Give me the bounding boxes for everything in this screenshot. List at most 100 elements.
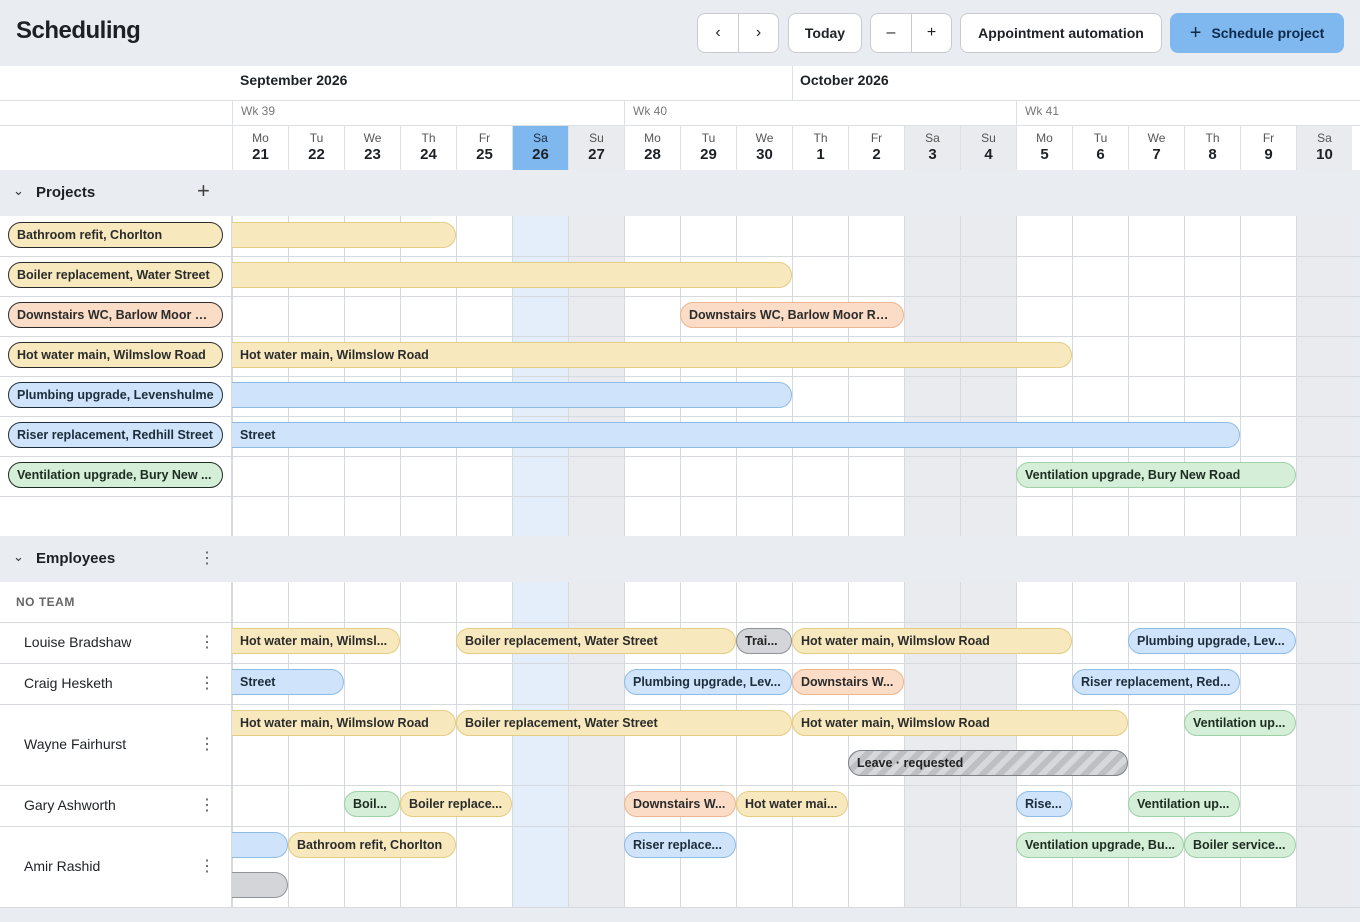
day-of-week: Tu	[1093, 131, 1108, 145]
schedule-bar[interactable]: Riser replace...	[624, 832, 736, 858]
schedule-bar[interactable]: Downstairs WC, Barlow Moor Road	[680, 302, 904, 328]
day-header[interactable]: We 23	[344, 126, 400, 170]
row-divider	[0, 456, 1360, 457]
schedule-bar[interactable]: Boiler replacement, Water Street	[456, 710, 792, 736]
schedule-bar[interactable]: Riser replacement, Red...	[1072, 669, 1240, 695]
more-options-icon[interactable]: ⋮	[199, 675, 215, 692]
schedule-bar[interactable]: Ventilation upgrade, Bu...	[1016, 832, 1184, 858]
schedule-bar[interactable]: Downstairs W...	[792, 669, 904, 695]
day-number: 10	[1316, 146, 1333, 163]
schedule-bar[interactable]	[232, 262, 792, 288]
schedule-bar[interactable]: Bathroom refit, Chorlton	[288, 832, 456, 858]
schedule-bar[interactable]: Ventilation up...	[1184, 710, 1296, 736]
zoom-in-button[interactable]: +	[911, 14, 951, 52]
project-label[interactable]: Plumbing upgrade, Levenshulme	[8, 382, 223, 408]
more-options-icon[interactable]: ⋮	[199, 797, 215, 814]
employee-name[interactable]: Louise Bradshaw	[24, 634, 131, 650]
day-of-week: Mo	[644, 131, 661, 145]
employee-name[interactable]: Wayne Fairhurst	[24, 736, 126, 752]
grid-cell-column[interactable]	[400, 582, 456, 907]
row-divider	[0, 663, 1360, 664]
day-of-week: Sa	[533, 131, 548, 145]
day-header[interactable]: Mo 28	[624, 126, 680, 170]
employee-name[interactable]: Gary Ashworth	[24, 797, 116, 813]
schedule-bar[interactable]: Hot water main, Wilmslow Road	[792, 628, 1072, 654]
schedule-bar[interactable]: Hot water main, Wilmslow Road	[792, 710, 1128, 736]
employee-name[interactable]: Craig Hesketh	[24, 675, 113, 691]
day-header[interactable]: Tu 6	[1072, 126, 1128, 170]
grid-cell-column[interactable]	[1072, 582, 1128, 907]
more-options-icon[interactable]: ⋮	[199, 551, 215, 567]
day-number: 28	[644, 146, 661, 163]
day-header[interactable]: Fr 25	[456, 126, 512, 170]
schedule-bar[interactable]: Ventilation up...	[1128, 791, 1240, 817]
employee-name[interactable]: Amir Rashid	[24, 858, 100, 874]
more-options-icon[interactable]: ⋮	[199, 736, 215, 753]
schedule-bar[interactable]	[232, 872, 288, 898]
project-label[interactable]: Riser replacement, Redhill Street	[8, 422, 223, 448]
day-header[interactable]: Su 4	[960, 126, 1016, 170]
project-label[interactable]: Bathroom refit, Chorlton	[8, 222, 223, 248]
day-header[interactable]: Fr 9	[1240, 126, 1296, 170]
schedule-bar[interactable]: Leave · requested	[848, 750, 1128, 776]
project-label[interactable]: Boiler replacement, Water Street	[8, 262, 223, 288]
project-label[interactable]: Downstairs WC, Barlow Moor R...	[8, 302, 223, 328]
day-header[interactable]: Th 24	[400, 126, 456, 170]
schedule-bar[interactable]	[232, 222, 456, 248]
day-header[interactable]: Mo 21	[232, 126, 288, 170]
next-button[interactable]: ›	[738, 14, 778, 52]
add-project-icon[interactable]: +	[197, 179, 210, 203]
day-header[interactable]: Sa 3	[904, 126, 960, 170]
more-options-icon[interactable]: ⋮	[199, 858, 215, 875]
schedule-bar[interactable]: Hot water mai...	[736, 791, 848, 817]
project-label[interactable]: Hot water main, Wilmslow Road	[8, 342, 223, 368]
schedule-bar[interactable]: Hot water main, Wilmslow Road	[232, 342, 1072, 368]
grid-cell-column[interactable]	[1296, 582, 1352, 907]
week-divider	[1016, 100, 1017, 125]
schedule-bar[interactable]: Plumbing upgrade, Lev...	[1128, 628, 1296, 654]
scheduler-grid: September 2026 October 2026 Wk 39 Wk 40 Wk 4…	[0, 66, 1360, 922]
chevron-down-icon[interactable]: ⌄	[13, 549, 24, 565]
schedule-bar[interactable]	[232, 832, 288, 858]
zoom-out-button[interactable]: –	[871, 14, 911, 52]
day-header[interactable]: Fr 2	[848, 126, 904, 170]
week-label: Wk 40	[633, 104, 668, 118]
day-header[interactable]: Th 8	[1184, 126, 1240, 170]
schedule-bar[interactable]: Boil...	[344, 791, 400, 817]
schedule-bar[interactable]: Hot water main, Wilmslow Road	[232, 710, 456, 736]
appointment-automation-button[interactable]: Appointment automation	[960, 13, 1162, 53]
schedule-bar[interactable]: Rise...	[1016, 791, 1072, 817]
day-header[interactable]: We 7	[1128, 126, 1184, 170]
day-header[interactable]: Mo 5	[1016, 126, 1072, 170]
schedule-bar[interactable]: Boiler replace...	[400, 791, 512, 817]
schedule-bar[interactable]: Hot water main, Wilmsl...	[232, 628, 400, 654]
schedule-bar[interactable]: Boiler service...	[1184, 832, 1296, 858]
day-number: 5	[1040, 146, 1049, 163]
day-of-week: Th	[421, 131, 436, 145]
day-header[interactable]: Tu 29	[680, 126, 736, 170]
day-header[interactable]: Tu 22	[288, 126, 344, 170]
day-header[interactable]: Sa 10	[1296, 126, 1352, 170]
schedule-bar[interactable]: Boiler replacement, Water Street	[456, 628, 736, 654]
day-of-week: Th	[1205, 131, 1220, 145]
schedule-bar[interactable]	[232, 382, 792, 408]
schedule-bar[interactable]: Plumbing upgrade, Lev...	[624, 669, 792, 695]
chevron-left-icon: ‹	[715, 24, 721, 41]
schedule-bar[interactable]: Trai...	[736, 628, 792, 654]
schedule-bar[interactable]: Ventilation upgrade, Bury New Road	[1016, 462, 1296, 488]
today-button[interactable]: Today	[788, 13, 862, 53]
schedule-bar[interactable]: Downstairs W...	[624, 791, 736, 817]
day-header[interactable]: Su 27	[568, 126, 624, 170]
schedule-bar[interactable]: Street	[232, 422, 1240, 448]
day-number: 4	[984, 146, 993, 163]
more-options-icon[interactable]: ⋮	[199, 634, 215, 651]
chevron-down-icon[interactable]: ⌄	[13, 183, 24, 199]
day-header[interactable]: Th 1	[792, 126, 848, 170]
prev-button[interactable]: ‹	[698, 14, 738, 52]
day-header[interactable]: Sa 26	[512, 126, 568, 170]
day-header[interactable]: We 30	[736, 126, 792, 170]
schedule-project-button[interactable]: + Schedule project	[1170, 13, 1344, 53]
day-of-week: Sa	[925, 131, 940, 145]
schedule-bar[interactable]: Street	[232, 669, 344, 695]
project-label[interactable]: Ventilation upgrade, Bury New ...	[8, 462, 223, 488]
